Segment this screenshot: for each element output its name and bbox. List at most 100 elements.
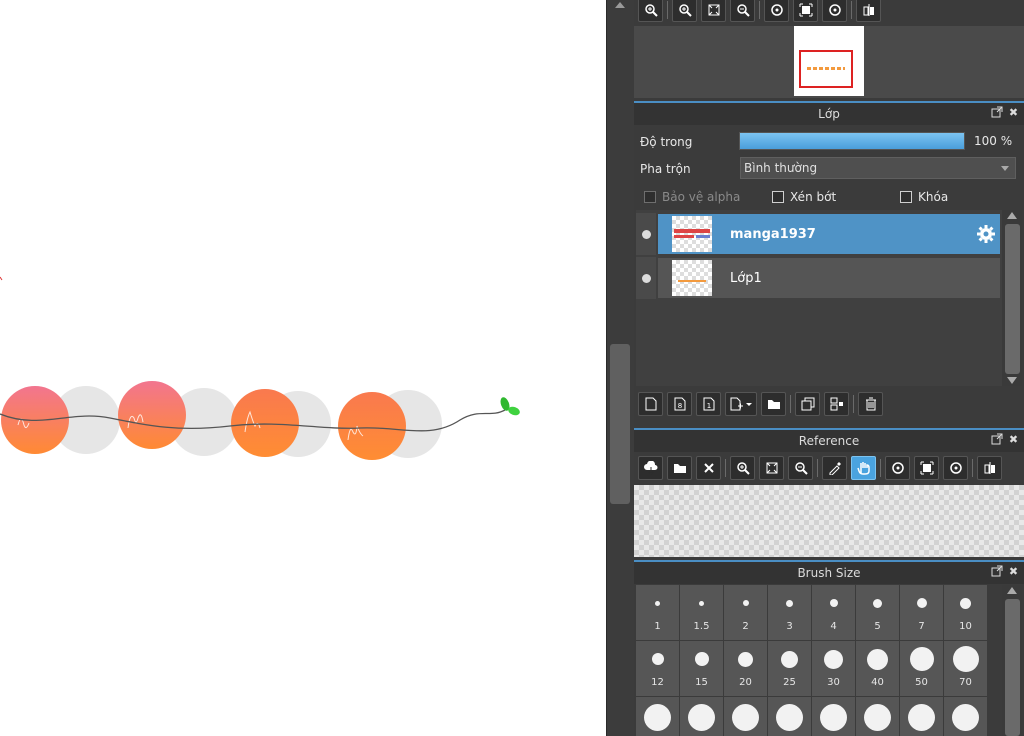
protect-alpha-checkbox[interactable]: Bảo vệ alpha	[644, 190, 740, 204]
new-layer-icon[interactable]	[638, 392, 663, 416]
delete-layer-icon[interactable]	[858, 392, 883, 416]
layer-name: Lớp1	[730, 270, 762, 286]
visibility-toggle[interactable]	[636, 213, 656, 255]
brush-preview	[960, 585, 971, 621]
scrollbar-thumb[interactable]	[1005, 224, 1020, 374]
layer-row-lop1[interactable]: Lớp1	[636, 257, 1002, 299]
scroll-up-icon[interactable]	[615, 2, 625, 8]
lock-checkbox[interactable]: Khóa	[900, 190, 948, 204]
fit-window-icon[interactable]	[701, 0, 726, 22]
rotate-right-icon[interactable]	[943, 456, 968, 480]
layer-thumbnail	[672, 260, 712, 296]
navigator-preview[interactable]	[634, 26, 1024, 98]
fit-window-icon[interactable]	[759, 456, 784, 480]
zoom-in-icon[interactable]	[730, 456, 755, 480]
undock-icon[interactable]	[990, 433, 1003, 446]
navigator-thumbnail[interactable]	[794, 26, 864, 96]
brush-dot-icon	[952, 703, 979, 731]
canvas-scrollbar[interactable]	[606, 0, 634, 736]
layer-list-scrollbar[interactable]	[1002, 210, 1022, 386]
fullscreen-icon[interactable]	[914, 456, 939, 480]
opacity-slider[interactable]	[739, 132, 965, 150]
flip-horizontal-icon[interactable]	[977, 456, 1002, 480]
brush-size-cell[interactable]: 1	[636, 585, 679, 640]
reference-panel-header: Reference ✖	[634, 428, 1024, 452]
open-folder-icon[interactable]	[667, 456, 692, 480]
brush-size-cell[interactable]: 30	[812, 641, 855, 696]
brush-size-cell[interactable]	[944, 697, 987, 736]
brush-size-cell[interactable]: 70	[944, 641, 987, 696]
brush-size-label: 20	[739, 677, 752, 688]
new-8bit-layer-icon[interactable]: 8	[667, 392, 692, 416]
brush-size-cell[interactable]: 40	[856, 641, 899, 696]
scrollbar-thumb[interactable]	[610, 344, 630, 504]
duplicate-layer-icon[interactable]	[795, 392, 820, 416]
rotate-right-icon[interactable]	[822, 0, 847, 22]
brush-preview	[952, 697, 979, 736]
close-icon[interactable]: ✖	[1007, 565, 1020, 578]
brush-size-cell[interactable]	[724, 697, 767, 736]
zoom-out-icon[interactable]	[730, 0, 755, 22]
upload-icon[interactable]	[638, 456, 663, 480]
undock-icon[interactable]	[990, 565, 1003, 578]
brush-size-cell[interactable]: 2	[724, 585, 767, 640]
blend-mode-select[interactable]: Bình thường	[740, 157, 1016, 179]
brush-size-cell[interactable]: 25	[768, 641, 811, 696]
brush-size-cell[interactable]: 1.5	[680, 585, 723, 640]
visibility-toggle[interactable]	[636, 257, 656, 299]
brush-size-cell[interactable]: 15	[680, 641, 723, 696]
brush-size-label: 10	[959, 621, 972, 632]
brush-size-cell[interactable]: 4	[812, 585, 855, 640]
brush-size-label: 5	[874, 621, 881, 632]
layer-row-manga1937[interactable]: manga1937	[636, 213, 1002, 255]
fullscreen-icon[interactable]	[793, 0, 818, 22]
scroll-up-icon[interactable]	[1007, 587, 1017, 594]
brush-size-cell[interactable]	[812, 697, 855, 736]
brush-size-cell[interactable]	[680, 697, 723, 736]
orange-circle-3	[231, 389, 299, 457]
brush-dot-icon	[829, 599, 838, 607]
brush-size-cell[interactable]: 3	[768, 585, 811, 640]
brush-size-cell[interactable]: 50	[900, 641, 943, 696]
scroll-down-icon[interactable]	[1007, 377, 1017, 384]
undock-icon[interactable]	[990, 106, 1003, 119]
clipping-checkbox[interactable]: Xén bớt	[772, 190, 836, 204]
scroll-up-icon[interactable]	[1007, 212, 1017, 219]
scrollbar-thumb[interactable]	[1005, 599, 1020, 736]
close-icon[interactable]	[696, 456, 721, 480]
zoom-out-icon[interactable]	[788, 456, 813, 480]
zoom-in-icon[interactable]	[638, 0, 663, 22]
brush-size-cell[interactable]: 20	[724, 641, 767, 696]
brush-size-cell[interactable]	[856, 697, 899, 736]
brush-preview	[644, 697, 671, 736]
new-1bit-layer-icon[interactable]: 1	[696, 392, 721, 416]
hand-icon[interactable]	[851, 456, 876, 480]
brush-size-cell[interactable]: 5	[856, 585, 899, 640]
brush-size-cell[interactable]	[900, 697, 943, 736]
brush-size-cell[interactable]	[768, 697, 811, 736]
zoom-in-icon[interactable]	[672, 0, 697, 22]
brush-dot-icon	[781, 650, 798, 668]
add-layer-menu-icon[interactable]	[725, 392, 757, 416]
brush-size-cell[interactable]	[636, 697, 679, 736]
brush-preview	[916, 585, 927, 621]
merge-down-icon[interactable]	[824, 392, 849, 416]
folder-icon[interactable]	[761, 392, 786, 416]
drawing-canvas[interactable]	[0, 0, 606, 736]
brush-size-cell[interactable]: 10	[944, 585, 987, 640]
brush-size-scrollbar[interactable]	[1002, 585, 1022, 736]
reference-canvas[interactable]	[634, 485, 1024, 557]
close-icon[interactable]: ✖	[1007, 433, 1020, 446]
brush-size-cell[interactable]: 12	[636, 641, 679, 696]
brush-size-cell[interactable]: 7	[900, 585, 943, 640]
brush-dot-icon	[864, 703, 891, 731]
eyedropper-icon[interactable]	[822, 456, 847, 480]
close-icon[interactable]: ✖	[1007, 106, 1020, 119]
rotate-left-icon[interactable]	[764, 0, 789, 22]
brush-dot-icon	[916, 598, 927, 608]
gear-icon[interactable]	[976, 224, 996, 247]
flip-horizontal-icon[interactable]	[856, 0, 881, 22]
rotate-left-icon[interactable]	[885, 456, 910, 480]
layer-name: manga1937	[730, 226, 816, 242]
layer-list[interactable]: manga1937 Lớp1	[636, 210, 1002, 386]
